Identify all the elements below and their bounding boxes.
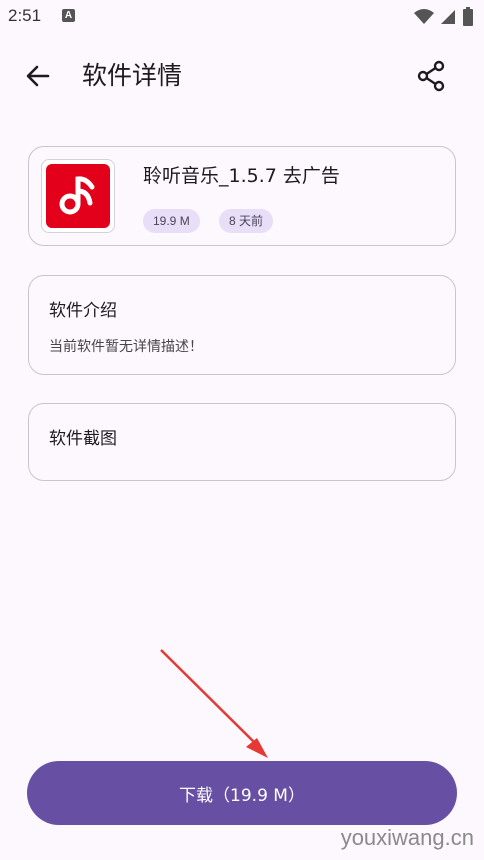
status-time: 2:51: [8, 6, 42, 25]
share-button[interactable]: [414, 58, 450, 94]
screenshots-card: 软件截图: [28, 403, 456, 481]
battery-icon: [463, 6, 473, 26]
music-note-icon: [59, 176, 95, 215]
app-name: 聆听音乐_1.5.7 去广告: [143, 165, 340, 187]
notification-icon: A: [62, 9, 75, 22]
back-button[interactable]: [20, 58, 56, 94]
intro-description: 当前软件暂无详情描述！: [49, 339, 203, 355]
size-badge: 19.9 M: [143, 209, 200, 233]
cellular-signal-icon: [440, 9, 455, 24]
arrow-left-icon: [26, 65, 50, 87]
intro-card: 软件介绍 当前软件暂无详情描述！: [28, 275, 456, 375]
screenshots-title: 软件截图: [49, 429, 117, 449]
watermark: youxiwang.cn: [340, 825, 474, 850]
share-icon: [417, 60, 445, 92]
app-icon: [41, 159, 115, 233]
app-icon-background: [46, 164, 110, 228]
app-info-card: 聆听音乐_1.5.7 去广告 19.9 M 8 天前: [28, 146, 456, 246]
wifi-icon: [413, 8, 434, 24]
updated-badge: 8 天前: [219, 209, 274, 233]
status-bar: 2:51 A: [0, 0, 484, 34]
page-title: 软件详情: [82, 61, 183, 90]
intro-title: 软件介绍: [49, 301, 117, 321]
top-app-bar: 软件详情: [0, 44, 484, 108]
status-icons: [413, 6, 474, 27]
download-button[interactable]: 下载（19.9 M）: [27, 761, 457, 825]
